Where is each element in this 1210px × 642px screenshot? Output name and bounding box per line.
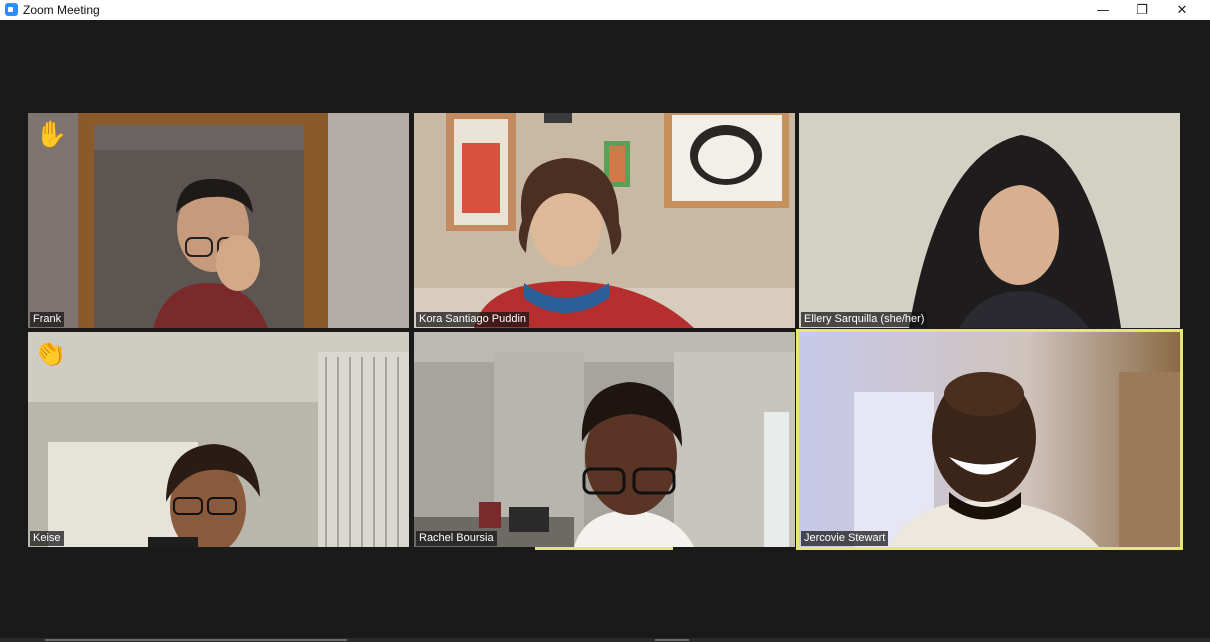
- zoom-app-icon: [5, 3, 18, 16]
- video-feed-jercovie: [799, 332, 1180, 547]
- participant-name-label: Kora Santiago Puddin: [416, 312, 530, 327]
- participant-name-label: Keise: [30, 531, 64, 546]
- window-title: Zoom Meeting: [23, 3, 100, 17]
- video-tile-ellery[interactable]: Ellery Sarquilla (she/her): [799, 113, 1180, 328]
- video-feed-rachel: [414, 332, 795, 547]
- participant-name-label: Rachel Boursia: [416, 531, 497, 546]
- video-feed-frank: [28, 113, 409, 328]
- video-tile-rachel[interactable]: Rachel Boursia: [414, 332, 795, 547]
- video-gallery: ✋ Frank Kora Santiago Puddin Ellery Sarq…: [3, 20, 1205, 638]
- restore-button[interactable]: ❐: [1122, 0, 1162, 20]
- video-feed-keise: [28, 332, 409, 547]
- participant-name-label: Ellery Sarquilla (she/her): [801, 312, 928, 327]
- raised-hand-icon: ✋: [35, 120, 68, 150]
- minimize-button[interactable]: —: [1083, 0, 1123, 20]
- video-feed-kora: [414, 113, 795, 328]
- video-tile-jercovie[interactable]: Jercovie Stewart: [799, 332, 1180, 547]
- title-bar: Zoom Meeting — ❐ ✕: [0, 0, 1210, 20]
- bottom-toolbar-edge: [0, 638, 1210, 642]
- clap-icon: 👏: [34, 339, 67, 369]
- video-tile-kora[interactable]: Kora Santiago Puddin: [414, 113, 795, 328]
- close-button[interactable]: ✕: [1162, 0, 1202, 20]
- video-tile-keise[interactable]: 👏 Keise: [28, 332, 409, 547]
- speaking-indicator: [535, 547, 673, 550]
- video-feed-ellery: [799, 113, 1180, 328]
- participant-name-label: Jercovie Stewart: [801, 531, 889, 546]
- participant-name-label: Frank: [30, 312, 65, 327]
- video-tile-frank[interactable]: ✋ Frank: [28, 113, 409, 328]
